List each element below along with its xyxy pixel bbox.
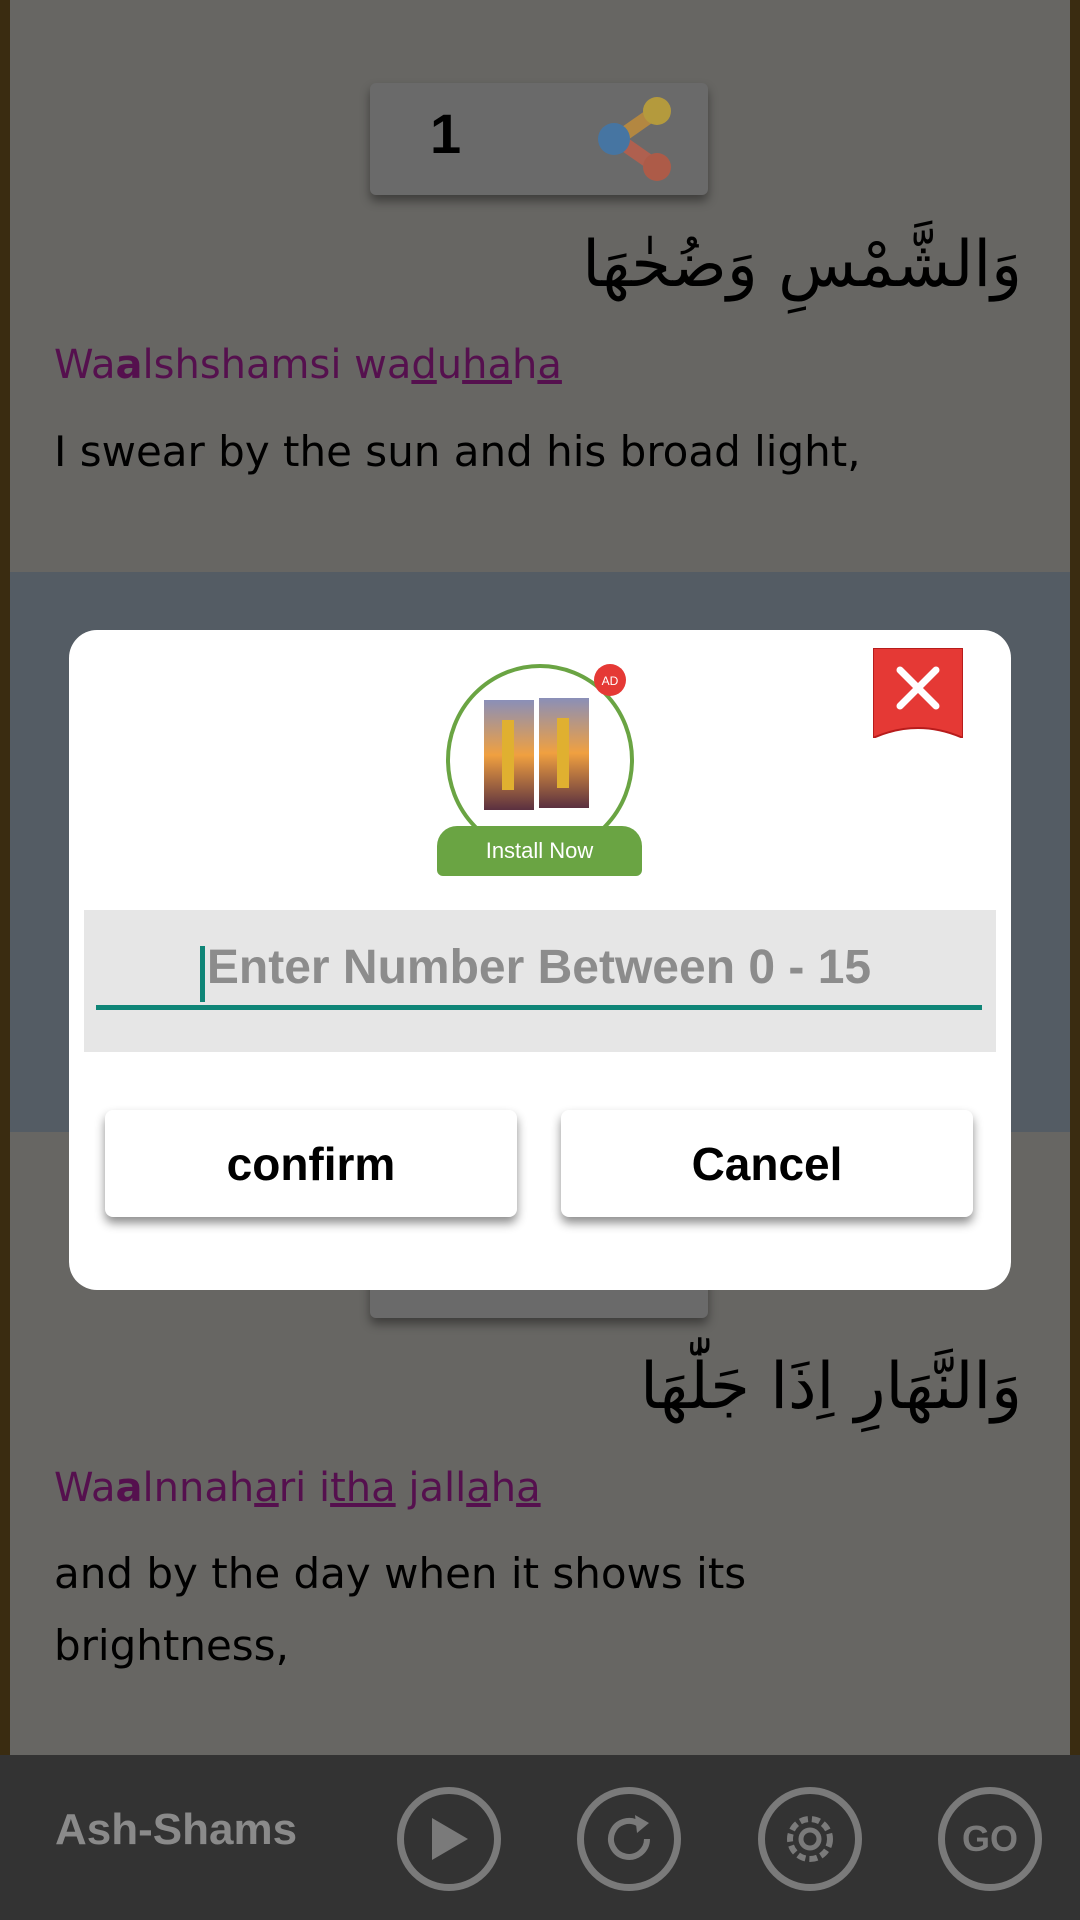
transliteration-segment: a bbox=[466, 1465, 491, 1511]
repeat-icon[interactable] bbox=[577, 1787, 681, 1891]
transliteration-segment: Wa bbox=[54, 1465, 116, 1511]
transliteration-segment: lnnah bbox=[142, 1465, 255, 1511]
verse-transliteration: Waalnnahari itha jallaha bbox=[54, 1465, 541, 1511]
go-icon[interactable]: GO bbox=[938, 1787, 1042, 1891]
transliteration-segment: tha bbox=[330, 1465, 396, 1511]
transliteration-segment: a bbox=[115, 1465, 143, 1511]
transliteration-segment: lshshamsi wa bbox=[142, 342, 412, 388]
transliteration-segment: h bbox=[490, 1465, 517, 1511]
transliteration-segment: ha bbox=[462, 342, 513, 388]
verse-translation: and by the day when it shows its brightn… bbox=[54, 1549, 747, 1670]
transliteration-segment: d bbox=[411, 342, 437, 388]
transliteration-segment: a bbox=[516, 1465, 541, 1511]
transliteration-segment: h bbox=[512, 342, 538, 388]
settings-icon[interactable] bbox=[758, 1787, 862, 1891]
verse-arabic: وَالشَّمْسِ وَضُحٰهَا bbox=[582, 228, 1022, 302]
verse-number-input[interactable] bbox=[96, 930, 982, 1010]
verse-translation: I swear by the sun and his broad light, bbox=[54, 427, 861, 476]
close-icon[interactable] bbox=[873, 648, 963, 738]
transliteration-segment: u bbox=[436, 342, 463, 388]
transliteration-segment: a bbox=[254, 1465, 279, 1511]
confirm-button[interactable]: confirm bbox=[105, 1110, 517, 1217]
transliteration-segment: a bbox=[115, 342, 143, 388]
install-now-button[interactable]: Install Now bbox=[437, 826, 642, 876]
transliteration-segment: Wa bbox=[54, 342, 116, 388]
verse-transliteration: Waalshshamsi waduhaha bbox=[54, 342, 562, 388]
number-input-container bbox=[84, 910, 996, 1052]
transliteration-segment: a bbox=[537, 342, 562, 388]
transliteration-segment: ri i bbox=[278, 1465, 331, 1511]
bottom-bar: Ash-Shams GO bbox=[0, 1755, 1080, 1920]
transliteration-segment: jall bbox=[395, 1465, 467, 1511]
verse-arabic: وَالنَّهَارِ اِذَا جَلّٰهَا bbox=[640, 1350, 1022, 1424]
surah-title: Ash-Shams bbox=[55, 1805, 298, 1854]
cancel-button[interactable]: Cancel bbox=[561, 1110, 973, 1217]
svg-text:AD: AD bbox=[602, 674, 619, 688]
verse-number-box: 1 bbox=[370, 83, 708, 195]
ad-badge: AD bbox=[594, 664, 626, 696]
share-icon[interactable] bbox=[592, 93, 682, 185]
text-caret bbox=[200, 946, 205, 1002]
verse-number: 1 bbox=[430, 102, 462, 165]
play-icon[interactable] bbox=[397, 1787, 501, 1891]
verse-number-dialog: AD Install Now confirm Cancel bbox=[69, 630, 1011, 1290]
